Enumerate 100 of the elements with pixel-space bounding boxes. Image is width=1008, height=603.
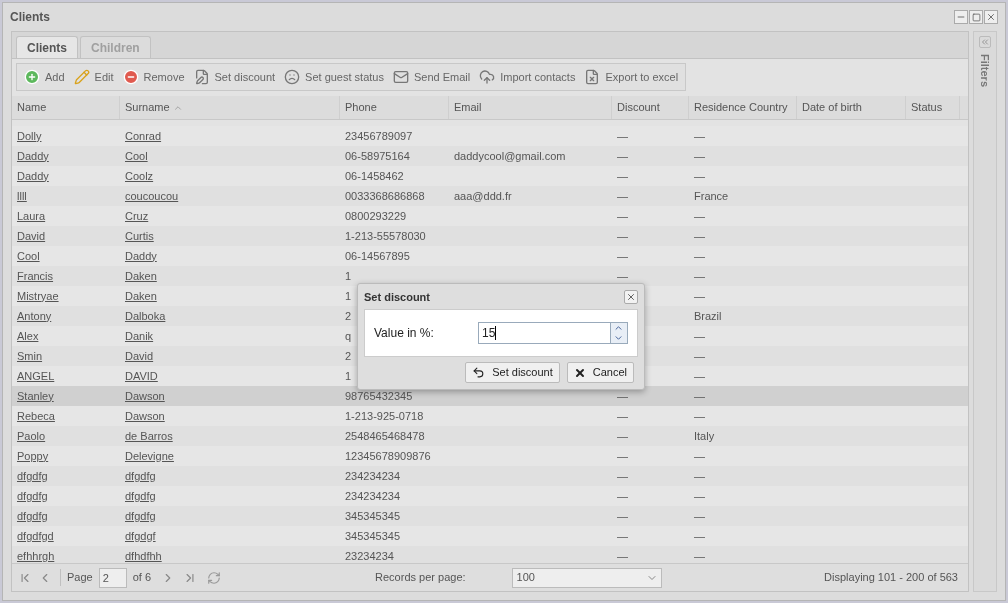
- close-button[interactable]: [984, 10, 998, 24]
- surname-link[interactable]: Cruz: [125, 209, 149, 222]
- table-cell: aaa@ddd.fr: [454, 189, 512, 202]
- surname-link[interactable]: David: [125, 349, 154, 362]
- column-header[interactable]: Name: [12, 96, 120, 119]
- minimize-button[interactable]: [954, 10, 968, 24]
- maximize-icon: [971, 12, 981, 22]
- toolbar-button[interactable]: Export to excel: [581, 68, 682, 86]
- name-link[interactable]: David: [17, 229, 46, 242]
- surname-link[interactable]: Curtis: [125, 229, 154, 242]
- table-cell: q: [345, 329, 352, 342]
- name-link[interactable]: Daddy: [17, 149, 49, 162]
- toolbar-button[interactable]: Send Email: [389, 68, 474, 86]
- name-link[interactable]: dfgdfg: [17, 469, 48, 482]
- surname-link[interactable]: de Barros: [125, 429, 173, 442]
- name-link[interactable]: dfgdfgd: [17, 529, 54, 542]
- table-cell: —: [694, 369, 705, 382]
- refresh-button[interactable]: [207, 570, 222, 585]
- surname-link[interactable]: Dalboka: [125, 309, 166, 322]
- mail-icon: [392, 69, 409, 85]
- surname-link[interactable]: dfgdfg: [125, 489, 156, 502]
- surname-link[interactable]: Dawson: [125, 409, 165, 422]
- name-link[interactable]: Mistryae: [17, 289, 59, 302]
- number-input[interactable]: 15: [478, 322, 628, 344]
- filters-panel[interactable]: Filters: [973, 31, 997, 592]
- surname-link[interactable]: Cool: [125, 149, 148, 162]
- name-link[interactable]: dfgdfg: [17, 489, 48, 502]
- table-cell: —: [694, 509, 705, 522]
- maximize-button[interactable]: [969, 10, 983, 24]
- page-label: Page: [60, 569, 93, 586]
- surname-link[interactable]: DAVID: [125, 369, 158, 382]
- name-link[interactable]: Alex: [17, 329, 39, 342]
- field-label: Value in %:: [374, 325, 435, 342]
- cross-icon: [573, 366, 586, 379]
- surname-link[interactable]: dfhdfhh: [125, 549, 162, 562]
- column-header[interactable]: Surname: [120, 96, 340, 119]
- toolbar-button[interactable]: Remove: [119, 68, 188, 86]
- column-header[interactable]: Email: [449, 96, 612, 119]
- name-link[interactable]: Poppy: [17, 449, 49, 462]
- column-header[interactable]: Date of birth: [797, 96, 906, 119]
- table-cell: 06-14567895: [345, 249, 410, 262]
- name-link[interactable]: Laura: [17, 209, 46, 222]
- name-link[interactable]: llll: [17, 189, 27, 202]
- add-icon: [24, 69, 40, 85]
- name-link[interactable]: ANGEL: [17, 369, 55, 382]
- table-cell: —: [617, 489, 628, 502]
- table-cell: 345345345: [345, 509, 401, 522]
- table-cell: 345345345: [345, 529, 401, 542]
- name-link[interactable]: Rebeca: [17, 409, 55, 422]
- surname-link[interactable]: dfgdfg: [125, 469, 156, 482]
- surname-link[interactable]: Conrad: [125, 129, 162, 142]
- table-cell: —: [694, 489, 705, 502]
- toolbar-button[interactable]: Import contacts: [476, 68, 579, 86]
- table-cell: —: [617, 169, 628, 182]
- dialog-button[interactable]: Cancel: [566, 362, 634, 383]
- tab[interactable]: Clients: [16, 36, 78, 58]
- page-input[interactable]: 2: [98, 567, 127, 588]
- name-link[interactable]: dfgdfg: [17, 509, 48, 522]
- toolbar-button[interactable]: Add: [21, 68, 68, 86]
- name-link[interactable]: Francis: [17, 269, 54, 282]
- name-link[interactable]: Smin: [17, 349, 43, 362]
- column-header[interactable]: Phone: [340, 96, 449, 119]
- table-cell: —: [617, 209, 628, 222]
- surname-link[interactable]: Delevigne: [125, 449, 174, 462]
- table-cell: —: [617, 249, 628, 262]
- table-cell: —: [617, 189, 628, 202]
- table-cell: 2: [345, 349, 352, 362]
- table-cell: —: [694, 169, 705, 182]
- surname-link[interactable]: dfgdgf: [125, 529, 156, 542]
- surname-link[interactable]: dfgdfg: [125, 509, 156, 522]
- name-link[interactable]: Daddy: [17, 169, 49, 182]
- table-row[interactable]: Stanley Dawson 98765432345 — —: [12, 386, 968, 406]
- table-cell: 06-58975164: [345, 149, 410, 162]
- surname-link[interactable]: Coolz: [125, 169, 154, 182]
- column-header[interactable]: Residence Country: [689, 96, 797, 119]
- column-header[interactable]: Status: [906, 96, 960, 119]
- surname-link[interactable]: Daddy: [125, 249, 157, 262]
- name-link[interactable]: Stanley: [17, 389, 54, 402]
- name-link[interactable]: efhhrgh: [17, 549, 55, 562]
- close-button[interactable]: [624, 290, 638, 304]
- per-page-dropdown[interactable]: 100: [511, 567, 662, 588]
- column-header[interactable]: Discount: [612, 96, 689, 119]
- table-cell: 12345678909876: [345, 449, 431, 462]
- dialog-button[interactable]: Set discount: [465, 362, 560, 383]
- surname-link[interactable]: Dawson: [125, 389, 165, 402]
- surname-link[interactable]: Danik: [125, 329, 154, 342]
- table-cell: —: [694, 409, 705, 422]
- toolbar-button[interactable]: Set guest status: [281, 68, 387, 86]
- table-cell: —: [617, 129, 628, 142]
- name-link[interactable]: Cool: [17, 249, 40, 262]
- surname-link[interactable]: coucoucou: [125, 189, 179, 202]
- toolbar-button[interactable]: Set discount: [190, 68, 279, 86]
- name-link[interactable]: Antony: [17, 309, 52, 322]
- surname-link[interactable]: Daken: [125, 289, 157, 302]
- name-link[interactable]: Dolly: [17, 129, 42, 142]
- surname-link[interactable]: Daken: [125, 269, 157, 282]
- table-cell: —: [694, 469, 705, 482]
- name-link[interactable]: Paolo: [17, 429, 46, 442]
- toolbar-button[interactable]: Edit: [70, 68, 117, 86]
- undo-arrow-icon: [472, 366, 486, 379]
